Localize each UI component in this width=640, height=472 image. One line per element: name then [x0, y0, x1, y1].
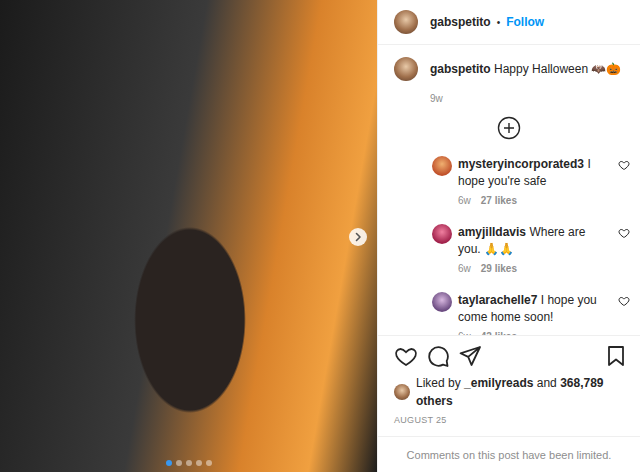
comment-likes[interactable]: 27 likes	[481, 194, 517, 208]
chevron-right-icon	[352, 231, 364, 243]
bookmark-icon[interactable]	[604, 344, 628, 368]
post-header: gabspetito • Follow	[378, 0, 640, 45]
share-icon[interactable]	[458, 344, 482, 368]
carousel-dot[interactable]	[206, 460, 212, 466]
username[interactable]: mysteryincorporated3	[458, 157, 584, 171]
post-photo[interactable]	[0, 0, 377, 472]
heart-icon[interactable]	[618, 295, 630, 307]
comment: taylarachelle7 I hope you come home soon…	[432, 292, 630, 335]
carousel-dot[interactable]	[176, 460, 182, 466]
comments-notice: Comments on this post have been limited.	[378, 436, 640, 472]
caption-text: Happy Halloween 🦇🎃	[494, 62, 621, 76]
instagram-post: gabspetito • Follow gabspetito Happy Hallow…	[0, 0, 640, 472]
next-button[interactable]	[349, 228, 367, 246]
comment: mysteryincorporated3 I hope you're safe6…	[432, 156, 630, 208]
carousel-dot[interactable]	[186, 460, 192, 466]
username[interactable]: taylarachelle7	[458, 293, 537, 307]
avatar[interactable]	[432, 292, 452, 312]
comment-time: 6w	[458, 194, 471, 208]
heart-icon[interactable]	[394, 344, 418, 368]
username[interactable]: gabspetito	[430, 62, 491, 76]
post-date: AUGUST 25	[394, 414, 628, 426]
post-panel: gabspetito • Follow gabspetito Happy Hallow…	[377, 0, 640, 472]
caption-time: 9w	[430, 92, 630, 106]
heart-icon[interactable]	[618, 227, 630, 239]
caption: gabspetito Happy Halloween 🦇🎃 9w	[394, 57, 630, 106]
follow-button[interactable]: Follow	[506, 15, 544, 29]
avatar[interactable]	[432, 156, 452, 176]
comment-time: 6w	[458, 262, 471, 276]
comment-likes[interactable]: 29 likes	[481, 262, 517, 276]
avatar[interactable]	[394, 384, 410, 400]
username[interactable]: gabspetito	[430, 15, 491, 29]
username[interactable]: _emilyreads	[464, 376, 533, 390]
comments-area: gabspetito Happy Halloween 🦇🎃 9w mysteryin…	[378, 45, 640, 335]
separator: •	[497, 17, 501, 28]
carousel-dot[interactable]	[166, 460, 172, 466]
comment-icon[interactable]	[426, 344, 450, 368]
username[interactable]: amyjilldavis	[458, 225, 526, 239]
liked-by: Liked by _emilyreads and 368,789 others	[394, 374, 628, 410]
load-more-icon[interactable]	[497, 116, 521, 140]
avatar[interactable]	[394, 57, 418, 81]
heart-icon[interactable]	[618, 159, 630, 171]
post-actions: Liked by _emilyreads and 368,789 others A…	[378, 335, 640, 436]
avatar[interactable]	[394, 10, 418, 34]
carousel-dot[interactable]	[196, 460, 202, 466]
carousel-dots	[0, 460, 377, 466]
comment: amyjilldavis Where are you. 🙏🙏6w29 likes	[432, 224, 630, 276]
avatar[interactable]	[432, 224, 452, 244]
